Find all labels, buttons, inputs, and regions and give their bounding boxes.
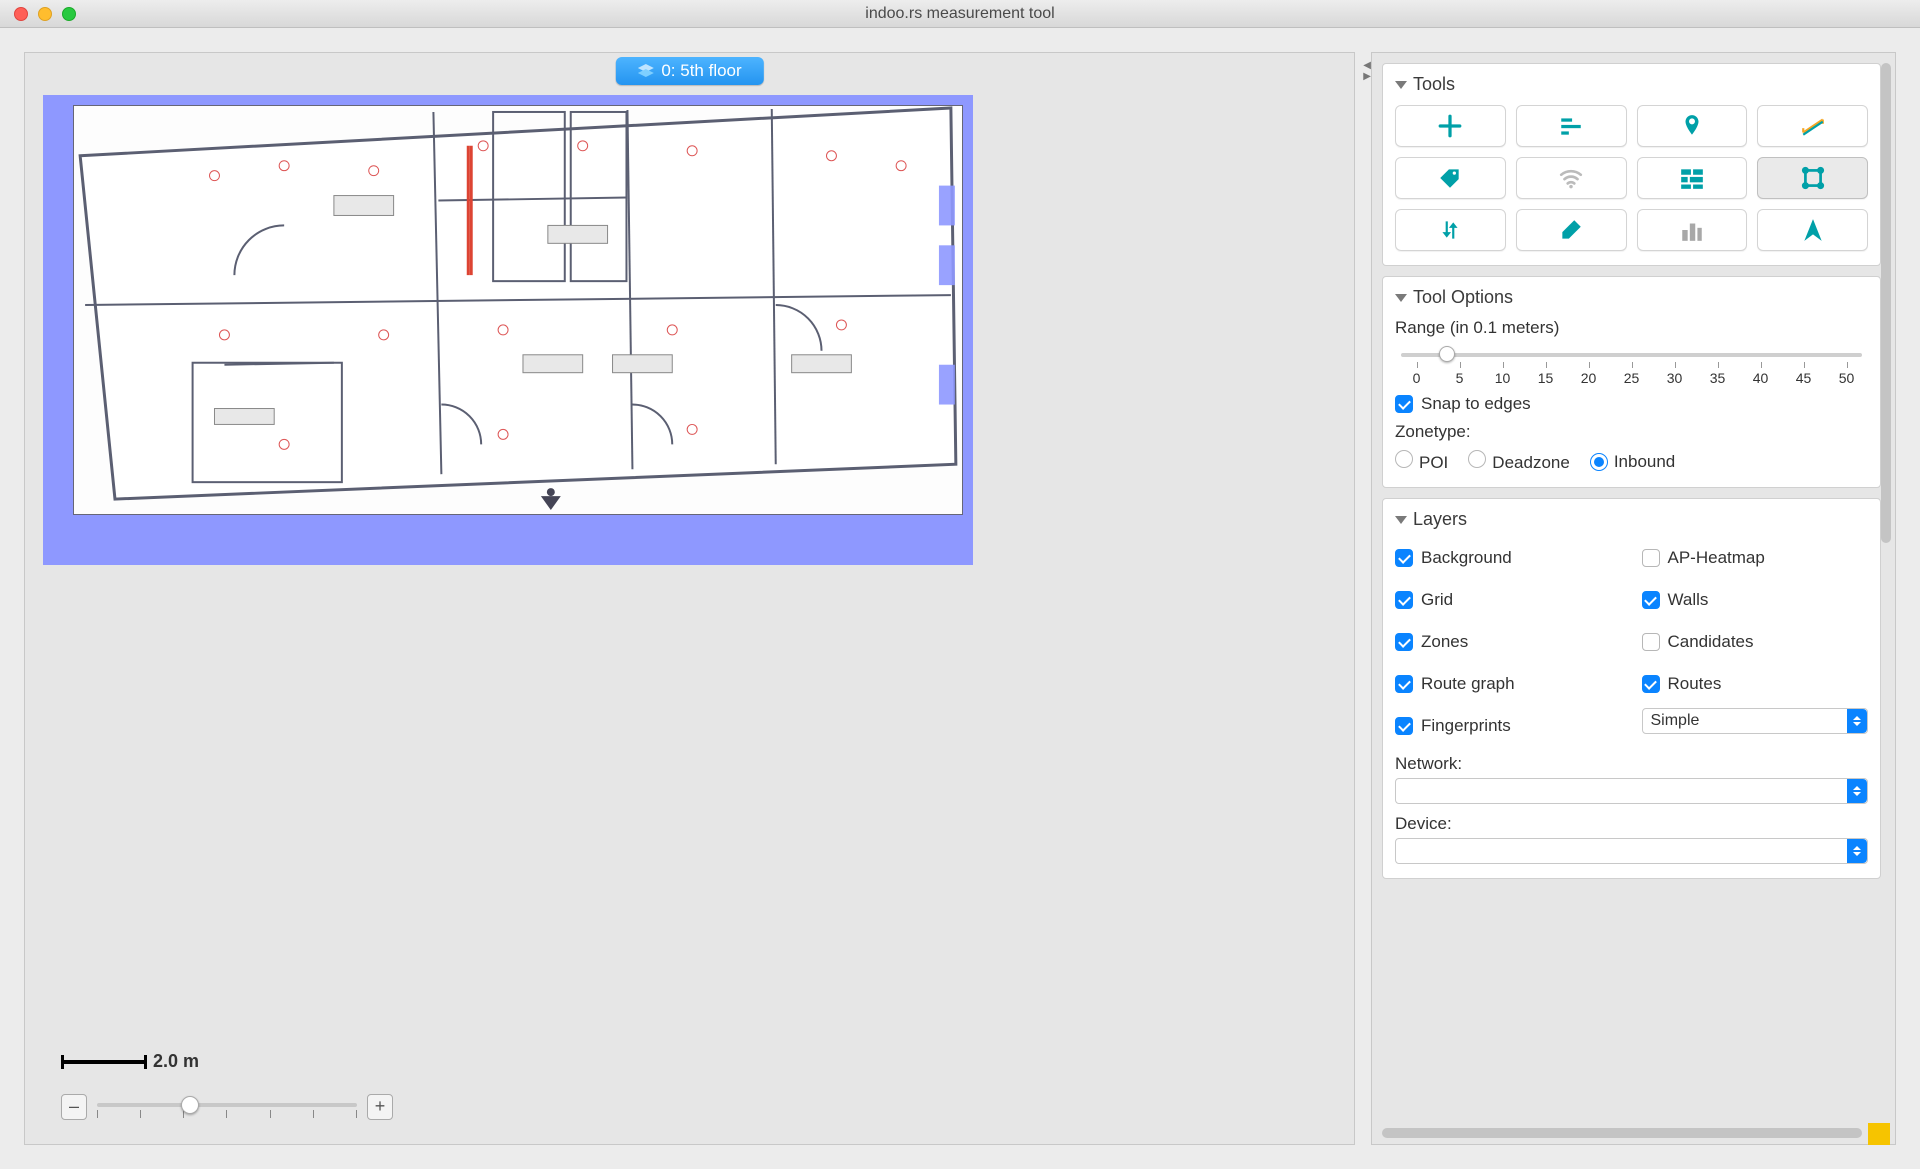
layer-zones-checkbox[interactable] — [1395, 633, 1413, 651]
zoom-out-button[interactable]: – — [61, 1094, 87, 1120]
tool-building[interactable] — [1637, 209, 1748, 251]
snap-label: Snap to edges — [1421, 394, 1531, 414]
pin-icon — [1679, 113, 1705, 139]
tool-grid — [1395, 105, 1868, 251]
layer-fingerprints-checkbox[interactable] — [1395, 717, 1413, 735]
zonetype-radios: POI Deadzone Inbound — [1395, 450, 1868, 473]
tool-tag[interactable] — [1395, 157, 1506, 199]
layers-panel: Layers Background AP-Heatmap Grid Walls … — [1382, 498, 1881, 879]
device-label: Device: — [1395, 814, 1868, 834]
layers-title: Layers — [1413, 509, 1467, 530]
zoom-controls: – + — [61, 1094, 393, 1120]
content-area: 0: 5th floor — [0, 28, 1920, 1169]
status-indicator-icon — [1868, 1123, 1890, 1145]
layer-candidates-checkbox[interactable] — [1642, 633, 1660, 651]
layer-apheatmap-checkbox[interactable] — [1642, 549, 1660, 567]
building-icon — [1679, 217, 1705, 243]
tools-panel: Tools — [1382, 63, 1881, 266]
floorplan-image — [73, 105, 963, 515]
tool-crop[interactable] — [1757, 157, 1868, 199]
swap-icon — [1437, 217, 1463, 243]
tool-options-panel: Tool Options Range (in 0.1 meters) 0 5 1… — [1382, 276, 1881, 488]
scale-label: 2.0 m — [153, 1051, 199, 1072]
pane-splitter[interactable]: ◀▶ — [1359, 52, 1365, 1145]
tools-title: Tools — [1413, 74, 1455, 95]
layer-grid-checkbox[interactable] — [1395, 591, 1413, 609]
align-icon — [1558, 113, 1584, 139]
snap-to-edges-row: Snap to edges — [1395, 394, 1868, 414]
wifi-icon — [1558, 165, 1584, 191]
layer-routes-checkbox[interactable] — [1642, 675, 1660, 693]
layer-background-checkbox[interactable] — [1395, 549, 1413, 567]
zoom-in-button[interactable]: + — [367, 1094, 393, 1120]
tools-panel-header[interactable]: Tools — [1395, 74, 1868, 95]
zonetype-label: Zonetype: — [1395, 422, 1868, 442]
floor-icon — [637, 64, 653, 78]
tool-navigate[interactable] — [1757, 209, 1868, 251]
tool-eraser[interactable] — [1516, 209, 1627, 251]
splitter-arrows-icon: ◀▶ — [1363, 60, 1371, 82]
titlebar: indoo.rs measurement tool — [0, 0, 1920, 28]
scrollbar-thumb[interactable] — [1881, 63, 1891, 543]
scrollbar-thumb[interactable] — [1382, 1128, 1862, 1138]
side-panel-vscroll[interactable] — [1881, 63, 1891, 1114]
zonetype-deadzone[interactable]: Deadzone — [1468, 450, 1570, 473]
tool-wifi[interactable] — [1516, 157, 1627, 199]
tool-pin[interactable] — [1637, 105, 1748, 147]
combo-arrows-icon — [1847, 709, 1867, 733]
range-ticks: 0 5 10 15 20 25 30 35 40 45 50 — [1395, 370, 1868, 386]
floor-selector[interactable]: 0: 5th floor — [615, 57, 763, 85]
measure-icon — [1800, 113, 1826, 139]
window-title: indoo.rs measurement tool — [0, 5, 1920, 23]
layer-walls-checkbox[interactable] — [1642, 591, 1660, 609]
fingerprints-mode-combo[interactable]: Simple — [1642, 708, 1869, 734]
layers-header[interactable]: Layers — [1395, 509, 1868, 530]
scale-bar-icon — [61, 1060, 147, 1064]
disclosure-triangle-icon — [1395, 516, 1407, 524]
crop-icon — [1800, 165, 1826, 191]
tool-wall[interactable] — [1637, 157, 1748, 199]
scale-indicator: 2.0 m — [61, 1051, 199, 1072]
network-label: Network: — [1395, 754, 1868, 774]
zoom-slider-thumb[interactable] — [181, 1096, 199, 1114]
eraser-icon — [1558, 217, 1584, 243]
floorplan-viewport[interactable] — [43, 95, 973, 565]
floor-label: 0: 5th floor — [661, 61, 741, 81]
zoom-slider[interactable] — [97, 1094, 357, 1120]
zonetype-inbound[interactable]: Inbound — [1590, 452, 1675, 472]
device-combo[interactable] — [1395, 838, 1868, 864]
tool-move[interactable] — [1395, 105, 1506, 147]
canvas-pane[interactable]: 0: 5th floor — [24, 52, 1355, 1145]
tool-options-title: Tool Options — [1413, 287, 1513, 308]
app-window: indoo.rs measurement tool 0: 5th floor — [0, 0, 1920, 1169]
layer-routegraph-checkbox[interactable] — [1395, 675, 1413, 693]
move-icon — [1437, 113, 1463, 139]
tool-swap[interactable] — [1395, 209, 1506, 251]
disclosure-triangle-icon — [1395, 294, 1407, 302]
side-panel: Tools — [1371, 52, 1896, 1145]
layers-grid: Background AP-Heatmap Grid Walls Zones C… — [1395, 540, 1868, 744]
navigate-icon — [1800, 217, 1826, 243]
tool-options-header[interactable]: Tool Options — [1395, 287, 1868, 308]
combo-arrows-icon — [1847, 779, 1867, 803]
range-slider-thumb[interactable] — [1439, 346, 1455, 362]
wall-icon — [1679, 165, 1705, 191]
zonetype-poi[interactable]: POI — [1395, 450, 1448, 473]
network-combo[interactable] — [1395, 778, 1868, 804]
snap-to-edges-checkbox[interactable] — [1395, 395, 1413, 413]
side-panel-hscroll[interactable] — [1382, 1128, 1877, 1138]
disclosure-triangle-icon — [1395, 81, 1407, 89]
tool-measure[interactable] — [1757, 105, 1868, 147]
combo-arrows-icon — [1847, 839, 1867, 863]
tool-align[interactable] — [1516, 105, 1627, 147]
range-label: Range (in 0.1 meters) — [1395, 318, 1868, 338]
tag-icon — [1437, 165, 1463, 191]
